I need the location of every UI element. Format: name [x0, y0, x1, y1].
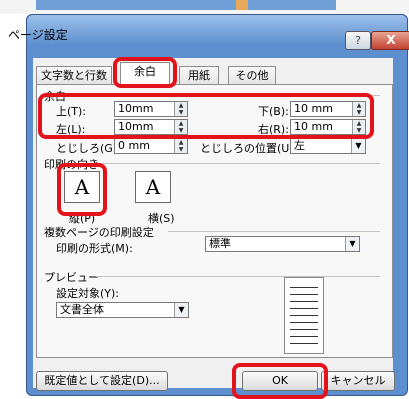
preview-group-label: プレビュー — [44, 271, 99, 284]
landscape-option[interactable]: A — [135, 171, 171, 203]
chevron-down-icon[interactable]: ▼ — [351, 139, 365, 153]
gutter-position-value: 左 — [294, 139, 305, 152]
preview-line — [290, 301, 318, 302]
chevron-down-icon[interactable]: ▼ — [174, 303, 188, 317]
multipage-group-label: 複数ページの印刷設定 — [44, 226, 154, 239]
preview-line — [290, 294, 318, 295]
print-format-value: 標準 — [209, 237, 231, 250]
tab-other[interactable]: その他 — [228, 66, 276, 86]
group-divider — [168, 231, 380, 232]
gutter-label: とじしろ(G): — [56, 142, 121, 155]
apply-to-label: 設定対象(Y): — [56, 287, 120, 300]
page-preview — [284, 277, 324, 354]
highlight-ok-button — [232, 363, 328, 399]
preview-line — [290, 329, 318, 330]
group-divider — [100, 163, 380, 164]
spin-up-icon[interactable]: ▲ — [175, 139, 187, 146]
spin-down-icon[interactable]: ▼ — [175, 146, 187, 153]
preview-line — [290, 308, 318, 309]
highlight-margins-tab — [113, 57, 177, 88]
gutter-stepper[interactable]: 0 mm ▲ ▼ — [114, 138, 188, 154]
preview-line — [290, 322, 318, 323]
landscape-page-icon: A — [145, 175, 161, 199]
help-button[interactable]: ? — [345, 31, 371, 50]
gutter-value: 0 mm — [118, 139, 150, 152]
gutter-position-label: とじしろの位置(U): — [200, 142, 298, 155]
close-button[interactable]: X — [371, 31, 409, 50]
preview-line — [290, 315, 318, 316]
chevron-down-icon[interactable]: ▼ — [345, 237, 359, 251]
print-format-label: 印刷の形式(M): — [56, 242, 133, 255]
apply-to-value: 文書全体 — [60, 303, 104, 316]
group-divider — [96, 276, 380, 277]
cancel-button[interactable]: キャンセル — [321, 371, 395, 391]
preview-line — [290, 336, 318, 337]
tab-characters-lines[interactable]: 文字数と行数 — [36, 66, 112, 86]
highlight-margin-values — [38, 93, 374, 139]
background-strip — [0, 0, 409, 14]
apply-to-select[interactable]: 文書全体 ▼ — [56, 302, 189, 318]
dialog-title: ページ設定 — [8, 28, 68, 42]
tab-paper[interactable]: 用紙 — [179, 66, 219, 86]
background-accent — [236, 0, 248, 10]
preview-line — [290, 343, 318, 344]
preview-line — [290, 287, 318, 288]
background-window-title — [36, 0, 336, 10]
set-as-default-button[interactable]: 既定値として設定(D)... — [36, 371, 168, 391]
print-format-select[interactable]: 標準 ▼ — [205, 236, 360, 252]
highlight-portrait — [57, 163, 107, 216]
gutter-position-select[interactable]: 左 ▼ — [290, 138, 366, 154]
